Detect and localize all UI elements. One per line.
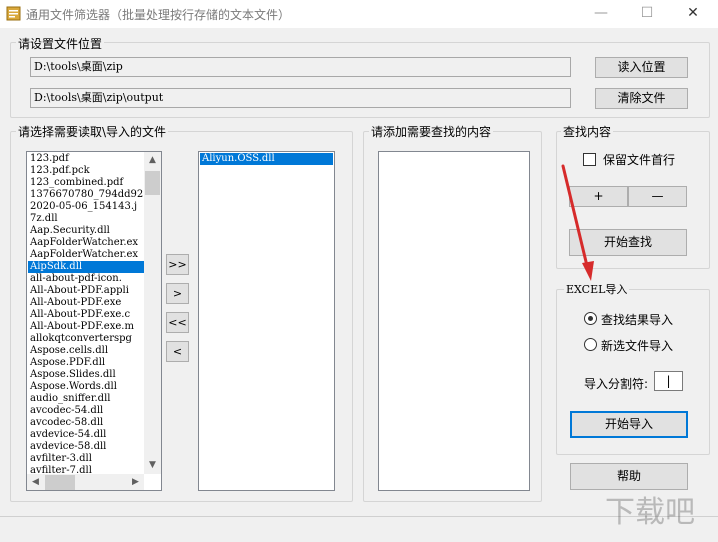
source-file-item[interactable]: 2020-05-06_154143.j [28, 201, 145, 213]
source-file-item[interactable]: 7z.dll [28, 213, 145, 225]
svg-text:下载吧: 下载吧 [605, 495, 695, 530]
search-content-group-label: 请添加需要查找的内容 [369, 123, 494, 140]
start-import-button[interactable]: 开始导入 [570, 411, 688, 438]
source-file-item[interactable]: 123_combined.pdf [28, 177, 145, 189]
source-list-hscrollbar[interactable]: ◀ ▶ [27, 474, 144, 490]
remove-button[interactable]: < [166, 341, 189, 362]
scroll-up-arrow-icon[interactable]: ▲ [144, 152, 161, 169]
selected-file-items: Aliyun.OSS.dll [200, 153, 333, 165]
source-file-item[interactable]: avcodec-58.dll [28, 417, 145, 429]
app-icon [6, 6, 21, 21]
radio-dot [588, 316, 593, 321]
source-file-item[interactable]: audio_sniffer.dll [28, 393, 145, 405]
source-file-item[interactable]: all-about-pdf-icon. [28, 273, 145, 285]
close-button[interactable]: ✕ [670, 0, 716, 28]
source-file-item[interactable]: All-About-PDF.exe.m [28, 321, 145, 333]
search-group-label: 查找内容 [561, 123, 614, 140]
source-file-item[interactable]: All-About-PDF.exe.c [28, 309, 145, 321]
remove-search-item-button[interactable]: — [628, 186, 687, 207]
source-list-vscrollbar[interactable]: ▲ ▼ [144, 152, 161, 474]
selected-file-item[interactable]: Aliyun.OSS.dll [200, 153, 333, 165]
add-button[interactable]: > [166, 283, 189, 304]
clear-files-button[interactable]: 清除文件 [595, 88, 688, 109]
location-group-label: 请设置文件位置 [16, 35, 105, 52]
source-file-item[interactable]: avdevice-58.dll [28, 441, 145, 453]
source-file-item[interactable]: AapFolderWatcher.ex [28, 249, 145, 261]
separator-input[interactable]: | [654, 371, 683, 391]
files-group-label: 请选择需要读取\导入的文件 [16, 123, 169, 140]
scroll-thumb[interactable] [145, 171, 160, 195]
hscroll-thumb[interactable] [45, 475, 75, 490]
source-file-item[interactable]: allokqtconverterspg [28, 333, 145, 345]
source-file-item[interactable]: All-About-PDF.appli [28, 285, 145, 297]
source-file-item[interactable]: Aap.Security.dll [28, 225, 145, 237]
source-file-item[interactable]: avdevice-54.dll [28, 429, 145, 441]
scroll-left-arrow-icon[interactable]: ◀ [27, 474, 44, 490]
source-file-items: 123.pdf 123.pdf.pck 123_combined.pdf 137667… [28, 153, 145, 477]
maximize-button[interactable]: ☐ [624, 0, 670, 28]
output-path-field[interactable]: D:\tools\桌面\zip\output [30, 88, 571, 108]
source-file-item[interactable]: 123.pdf.pck [28, 165, 145, 177]
source-file-item[interactable]: 123.pdf [28, 153, 145, 165]
window-title: 通用文件筛选器（批量处理按行存储的文本文件） [26, 8, 291, 22]
source-file-item[interactable]: Aspose.Words.dll [28, 381, 145, 393]
source-file-list[interactable]: 123.pdf 123.pdf.pck 123_combined.pdf 137667… [26, 151, 162, 491]
source-file-item[interactable]: 1376670780_794dd92. [28, 189, 145, 201]
import-search-results-label: 查找结果导入 [601, 313, 674, 327]
annotation-arrow-icon [561, 164, 594, 281]
source-file-item[interactable]: avfilter-3.dll [28, 453, 145, 465]
keep-first-line-label: 保留文件首行 [603, 153, 676, 167]
source-file-item[interactable]: AipSdk.dll [28, 261, 145, 273]
title-bar: 通用文件筛选器（批量处理按行存储的文本文件） — ☐ ✕ [0, 0, 718, 28]
scroll-right-arrow-icon[interactable]: ▶ [127, 474, 144, 490]
add-all-button[interactable]: >> [166, 254, 189, 275]
source-file-item[interactable]: Aspose.cells.dll [28, 345, 145, 357]
search-content-list[interactable] [378, 151, 530, 491]
scroll-down-arrow-icon[interactable]: ▼ [144, 457, 161, 474]
remove-all-button[interactable]: << [166, 312, 189, 333]
read-location-button[interactable]: 读入位置 [595, 57, 688, 78]
import-new-files-radio[interactable] [584, 338, 597, 351]
selected-file-list[interactable]: Aliyun.OSS.dll [198, 151, 335, 491]
separator-label: 导入分割符: [584, 377, 649, 391]
minimize-button[interactable]: — [578, 0, 624, 28]
import-search-results-radio[interactable] [584, 312, 597, 325]
source-file-item[interactable]: Aspose.Slides.dll [28, 369, 145, 381]
source-file-item[interactable]: avcodec-54.dll [28, 405, 145, 417]
import-new-files-label: 新选文件导入 [601, 339, 674, 353]
source-file-item[interactable]: All-About-PDF.exe [28, 297, 145, 309]
source-path-field[interactable]: D:\tools\桌面\zip [30, 57, 571, 77]
watermark-logo: 下载吧 [605, 495, 695, 530]
source-file-item[interactable]: Aspose.PDF.dll [28, 357, 145, 369]
source-file-item[interactable]: AapFolderWatcher.ex [28, 237, 145, 249]
